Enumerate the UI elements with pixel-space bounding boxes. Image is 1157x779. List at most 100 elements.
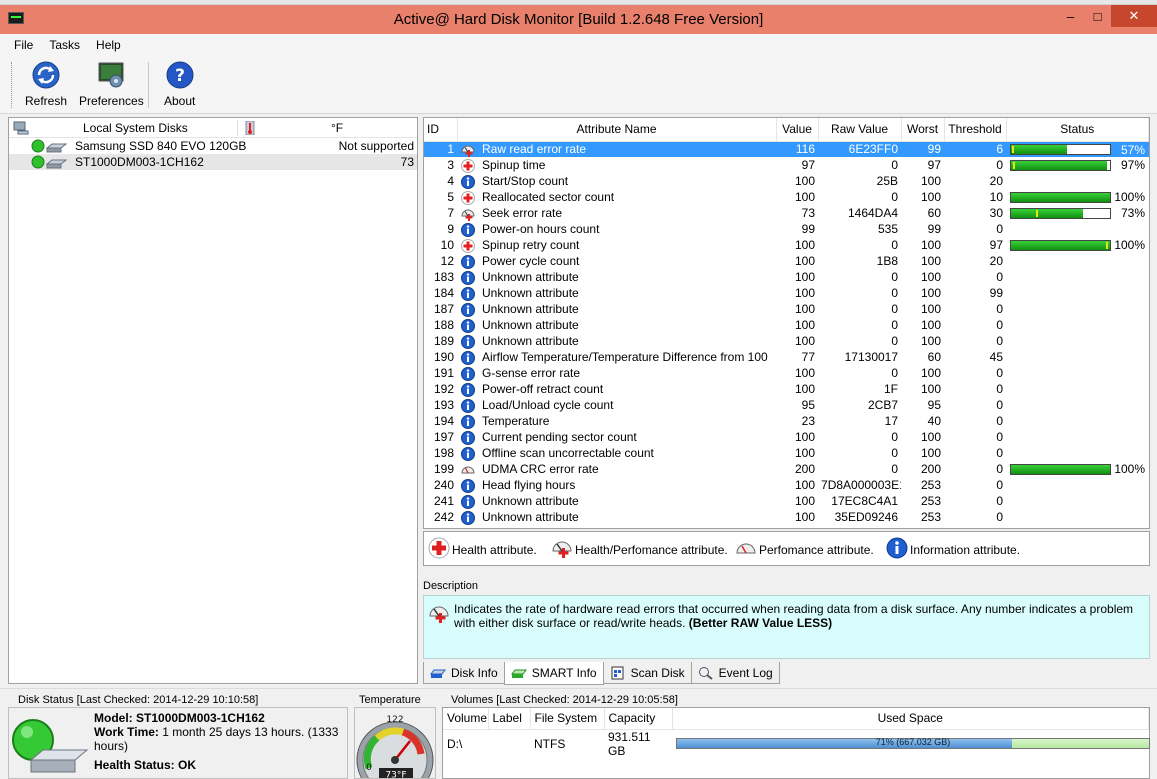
attr-status bbox=[1006, 365, 1148, 381]
attr-raw-value: 1F bbox=[818, 381, 901, 397]
attr-status: 97% bbox=[1006, 157, 1148, 173]
attr-type bbox=[457, 237, 479, 253]
smart-row[interactable]: 183Unknown attribute10001000 bbox=[424, 269, 1149, 285]
smart-row[interactable]: 188Unknown attribute10001000 bbox=[424, 317, 1149, 333]
attr-worst: 99 bbox=[901, 141, 944, 157]
attr-name: Unknown attribute bbox=[479, 317, 776, 333]
attr-status bbox=[1006, 381, 1148, 397]
attr-type bbox=[457, 365, 479, 381]
attr-status bbox=[1006, 301, 1148, 317]
smart-row[interactable]: 10Spinup retry count100010097100% bbox=[424, 237, 1149, 253]
about-button[interactable]: ? About bbox=[164, 60, 195, 108]
smart-row[interactable]: 240Head flying hours1007D8A000003E12530 bbox=[424, 477, 1149, 493]
status-bar bbox=[1010, 240, 1111, 251]
smart-row[interactable]: 184Unknown attribute100010099 bbox=[424, 285, 1149, 301]
col-value[interactable]: Value bbox=[776, 118, 818, 141]
col-threshold[interactable]: Threshold bbox=[944, 118, 1006, 141]
menu-tasks[interactable]: Tasks bbox=[41, 36, 88, 54]
tab-label: Disk Info bbox=[451, 666, 498, 680]
legend-health-label: Health attribute. bbox=[452, 543, 537, 559]
col-status[interactable]: Status bbox=[1006, 118, 1148, 141]
status-bar-fill bbox=[1011, 161, 1107, 170]
refresh-button[interactable]: Refresh bbox=[25, 60, 67, 108]
tab-smart-info[interactable]: SMART Info bbox=[504, 662, 604, 685]
information-attribute-icon bbox=[457, 447, 479, 461]
local-disks-title[interactable]: Local System Disks bbox=[83, 121, 188, 135]
legend-health-perf-label: Health/Perfomance attribute. bbox=[575, 543, 728, 559]
attr-status bbox=[1006, 285, 1148, 301]
preferences-button[interactable]: Preferences bbox=[79, 60, 144, 108]
temperature-unit[interactable]: °F bbox=[331, 121, 343, 135]
menu-help[interactable]: Help bbox=[88, 36, 129, 54]
column-separator[interactable] bbox=[237, 120, 238, 136]
attr-name: UDMA CRC error rate bbox=[479, 461, 776, 477]
col-worst[interactable]: Worst bbox=[901, 118, 944, 141]
information-attribute-icon bbox=[457, 383, 479, 397]
attr-worst: 40 bbox=[901, 413, 944, 429]
disk-row-seagate[interactable]: ST1000DM003-1CH162 73 bbox=[9, 154, 417, 170]
attr-value: 100 bbox=[776, 285, 818, 301]
col-label[interactable]: Label bbox=[488, 708, 530, 729]
col-id[interactable]: ID bbox=[424, 118, 457, 141]
smart-row[interactable]: 189Unknown attribute10001000 bbox=[424, 333, 1149, 349]
smart-row[interactable]: 192Power-off retract count1001F1000 bbox=[424, 381, 1149, 397]
maximize-button[interactable]: □ bbox=[1084, 5, 1111, 27]
legend-perf: Perfomance attribute. bbox=[735, 537, 874, 559]
svg-text:?: ? bbox=[175, 66, 185, 86]
smart-row[interactable]: 1Raw read error rate1166E23FF099657% bbox=[424, 141, 1149, 157]
tab-scan-disk[interactable]: Scan Disk bbox=[603, 662, 692, 684]
menu-file[interactable]: File bbox=[6, 36, 41, 54]
used-space-bar: 71% (667.032 GB) bbox=[676, 738, 1150, 749]
smart-row[interactable]: 197Current pending sector count10001000 bbox=[424, 429, 1149, 445]
attr-threshold: 0 bbox=[944, 461, 1006, 477]
smart-row[interactable]: 187Unknown attribute10001000 bbox=[424, 301, 1149, 317]
attr-id: 190 bbox=[424, 349, 457, 365]
attr-name: Unknown attribute bbox=[479, 269, 776, 285]
smart-row[interactable]: 194Temperature2317400 bbox=[424, 413, 1149, 429]
title-bar[interactable]: Active@ Hard Disk Monitor [Build 1.2.648… bbox=[0, 5, 1157, 34]
attr-status: 57% bbox=[1006, 141, 1148, 157]
smart-row[interactable]: 190Airflow Temperature/Temperature Diffe… bbox=[424, 349, 1149, 365]
smart-row[interactable]: 241Unknown attribute10017EC8C4A12530 bbox=[424, 493, 1149, 509]
information-attribute-icon bbox=[457, 271, 479, 285]
col-attribute-name[interactable]: Attribute Name bbox=[457, 118, 776, 141]
toolbar-grip[interactable] bbox=[11, 62, 14, 108]
volumes-table: Volume Label File System Capacity Used S… bbox=[443, 708, 1149, 758]
col-file-system[interactable]: File System bbox=[530, 708, 604, 729]
attr-id: 3 bbox=[424, 157, 457, 173]
attr-id: 240 bbox=[424, 477, 457, 493]
close-button[interactable]: ✕ bbox=[1111, 5, 1157, 27]
attr-type bbox=[457, 301, 479, 317]
smart-row[interactable]: 5Reallocated sector count100010010100% bbox=[424, 189, 1149, 205]
col-capacity[interactable]: Capacity bbox=[604, 708, 672, 729]
attr-value: 100 bbox=[776, 237, 818, 253]
tab-event-log[interactable]: Event Log bbox=[691, 662, 780, 684]
attr-worst: 100 bbox=[901, 381, 944, 397]
smart-row[interactable]: 7Seek error rate731464DA4603073% bbox=[424, 205, 1149, 221]
smart-row[interactable]: 3Spinup time97097097% bbox=[424, 157, 1149, 173]
col-volume[interactable]: Volume bbox=[443, 708, 488, 729]
col-used-space[interactable]: Used Space bbox=[672, 708, 1149, 729]
smart-row[interactable]: 9Power-on hours count99535990 bbox=[424, 221, 1149, 237]
smart-row[interactable]: 12Power cycle count1001B810020 bbox=[424, 253, 1149, 269]
attr-id: 188 bbox=[424, 317, 457, 333]
smart-row[interactable]: 4Start/Stop count10025B10020 bbox=[424, 173, 1149, 189]
tab-disk-info[interactable]: Disk Info bbox=[423, 662, 505, 684]
attr-raw-value: 0 bbox=[818, 333, 901, 349]
description-title: Description bbox=[423, 580, 478, 592]
col-raw-value[interactable]: Raw Value bbox=[818, 118, 901, 141]
attr-name: Spinup time bbox=[479, 157, 776, 173]
smart-row[interactable]: 199UDMA CRC error rate20002000100% bbox=[424, 461, 1149, 477]
attr-status bbox=[1006, 349, 1148, 365]
smart-row[interactable]: 193Load/Unload cycle count952CB7950 bbox=[424, 397, 1149, 413]
attr-value: 100 bbox=[776, 253, 818, 269]
volume-row[interactable]: D:\ NTFS 931.511 GB 71% (667.032 GB) bbox=[443, 729, 1149, 758]
attr-threshold: 0 bbox=[944, 413, 1006, 429]
disk-row-samsung[interactable]: Samsung SSD 840 EVO 120GB Not supported bbox=[9, 138, 417, 154]
attr-value: 100 bbox=[776, 189, 818, 205]
app-monitor-icon bbox=[8, 12, 24, 24]
minimize-button[interactable]: – bbox=[1057, 5, 1084, 27]
smart-row[interactable]: 198Offline scan uncorrectable count10001… bbox=[424, 445, 1149, 461]
smart-row[interactable]: 242Unknown attribute10035ED092462530 bbox=[424, 509, 1149, 525]
smart-row[interactable]: 191G-sense error rate10001000 bbox=[424, 365, 1149, 381]
